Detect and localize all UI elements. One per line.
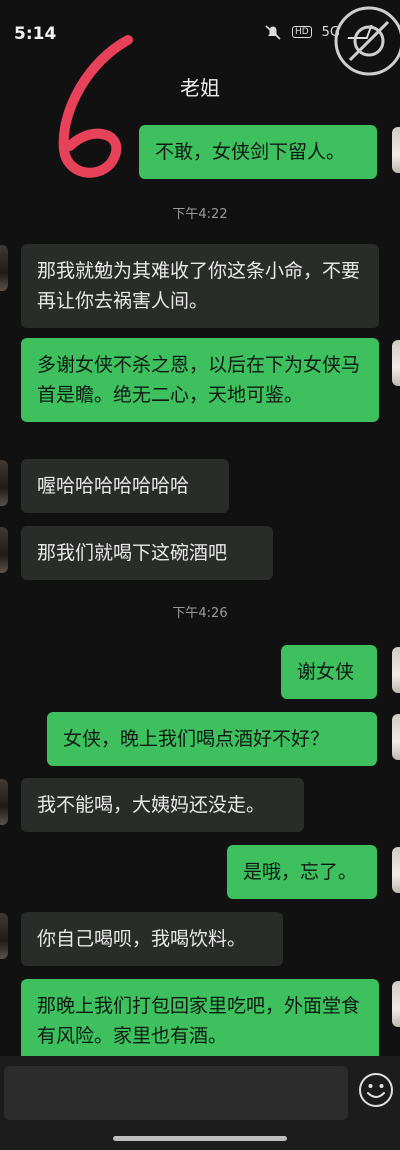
message-bubble-sent[interactable]: 那晚上我们打包回家里吃吧，外面堂食有风险。家里也有酒。 xyxy=(21,979,379,1063)
message-bubble-sent[interactable]: 谢女侠 xyxy=(281,645,377,699)
hd-badge: HD xyxy=(291,26,312,38)
avatar-contact[interactable] xyxy=(0,245,8,291)
avatar-self[interactable] xyxy=(392,127,400,173)
message-input[interactable] xyxy=(4,1066,348,1120)
message-text: 你自己喝呗，我喝饮料。 xyxy=(37,928,247,950)
message-bubble-received[interactable]: 那我们就喝下这碗酒吧 xyxy=(21,526,273,580)
message-bubble-received[interactable]: 喔哈哈哈哈哈哈哈 xyxy=(21,459,229,513)
avatar-self[interactable] xyxy=(392,981,400,1027)
message-text: 谢女侠 xyxy=(297,661,355,683)
avatar-contact[interactable] xyxy=(0,779,8,825)
message-bubble-received[interactable]: 那我就勉为其难收了你这条小命，不要再让你去祸害人间。 xyxy=(21,244,379,328)
message-timestamp: 下午4:26 xyxy=(172,606,228,621)
handwritten-six-doodle-icon xyxy=(58,35,133,178)
avatar-self[interactable] xyxy=(392,847,400,893)
message-text: 是哦，忘了。 xyxy=(243,861,358,883)
avatar-contact[interactable] xyxy=(0,913,8,959)
message-text: 喔哈哈哈哈哈哈哈 xyxy=(37,475,190,497)
message-text: 我不能喝，大姨妈还没走。 xyxy=(37,794,266,816)
home-indicator[interactable] xyxy=(113,1136,287,1141)
avatar-self[interactable] xyxy=(392,647,400,693)
message-bubble-received[interactable]: 我不能喝，大姨妈还没走。 xyxy=(21,778,304,832)
message-timestamp: 下午4:22 xyxy=(172,207,228,222)
message-bubble-sent[interactable]: 多谢女侠不杀之恩，以后在下为女侠马首是瞻。绝无二心，天地可鉴。 xyxy=(21,338,379,422)
message-text: 那晚上我们打包回家里吃吧，外面堂食有风险。家里也有酒。 xyxy=(37,995,361,1047)
message-bubble-sent[interactable]: 是哦，忘了。 xyxy=(227,845,377,899)
avatar-self[interactable] xyxy=(392,714,400,760)
message-bubble-received[interactable]: 你自己喝呗，我喝饮料。 xyxy=(21,912,283,966)
mute-bell-icon xyxy=(265,25,281,40)
input-bar xyxy=(0,1056,400,1150)
avatar-contact[interactable] xyxy=(0,527,8,573)
message-text: 那我们就喝下这碗酒吧 xyxy=(37,542,228,564)
message-text: 不敢，女侠剑下留人。 xyxy=(155,141,346,163)
avatar-self[interactable] xyxy=(392,340,400,386)
message-text: 那我就勉为其难收了你这条小命，不要再让你去祸害人间。 xyxy=(37,260,361,312)
message-text: 女侠，晚上我们喝点酒好不好？ xyxy=(63,728,330,750)
message-text: 多谢女侠不杀之恩，以后在下为女侠马首是瞻。绝无二心，天地可鉴。 xyxy=(37,354,361,406)
avatar-contact[interactable] xyxy=(0,460,8,506)
message-bubble-sent[interactable]: 不敢，女侠剑下留人。 xyxy=(139,125,377,179)
emoji-icon[interactable] xyxy=(358,1072,394,1108)
watermark-logo-icon xyxy=(334,6,400,76)
message-bubble-sent[interactable]: 女侠，晚上我们喝点酒好不好？ xyxy=(47,712,377,766)
